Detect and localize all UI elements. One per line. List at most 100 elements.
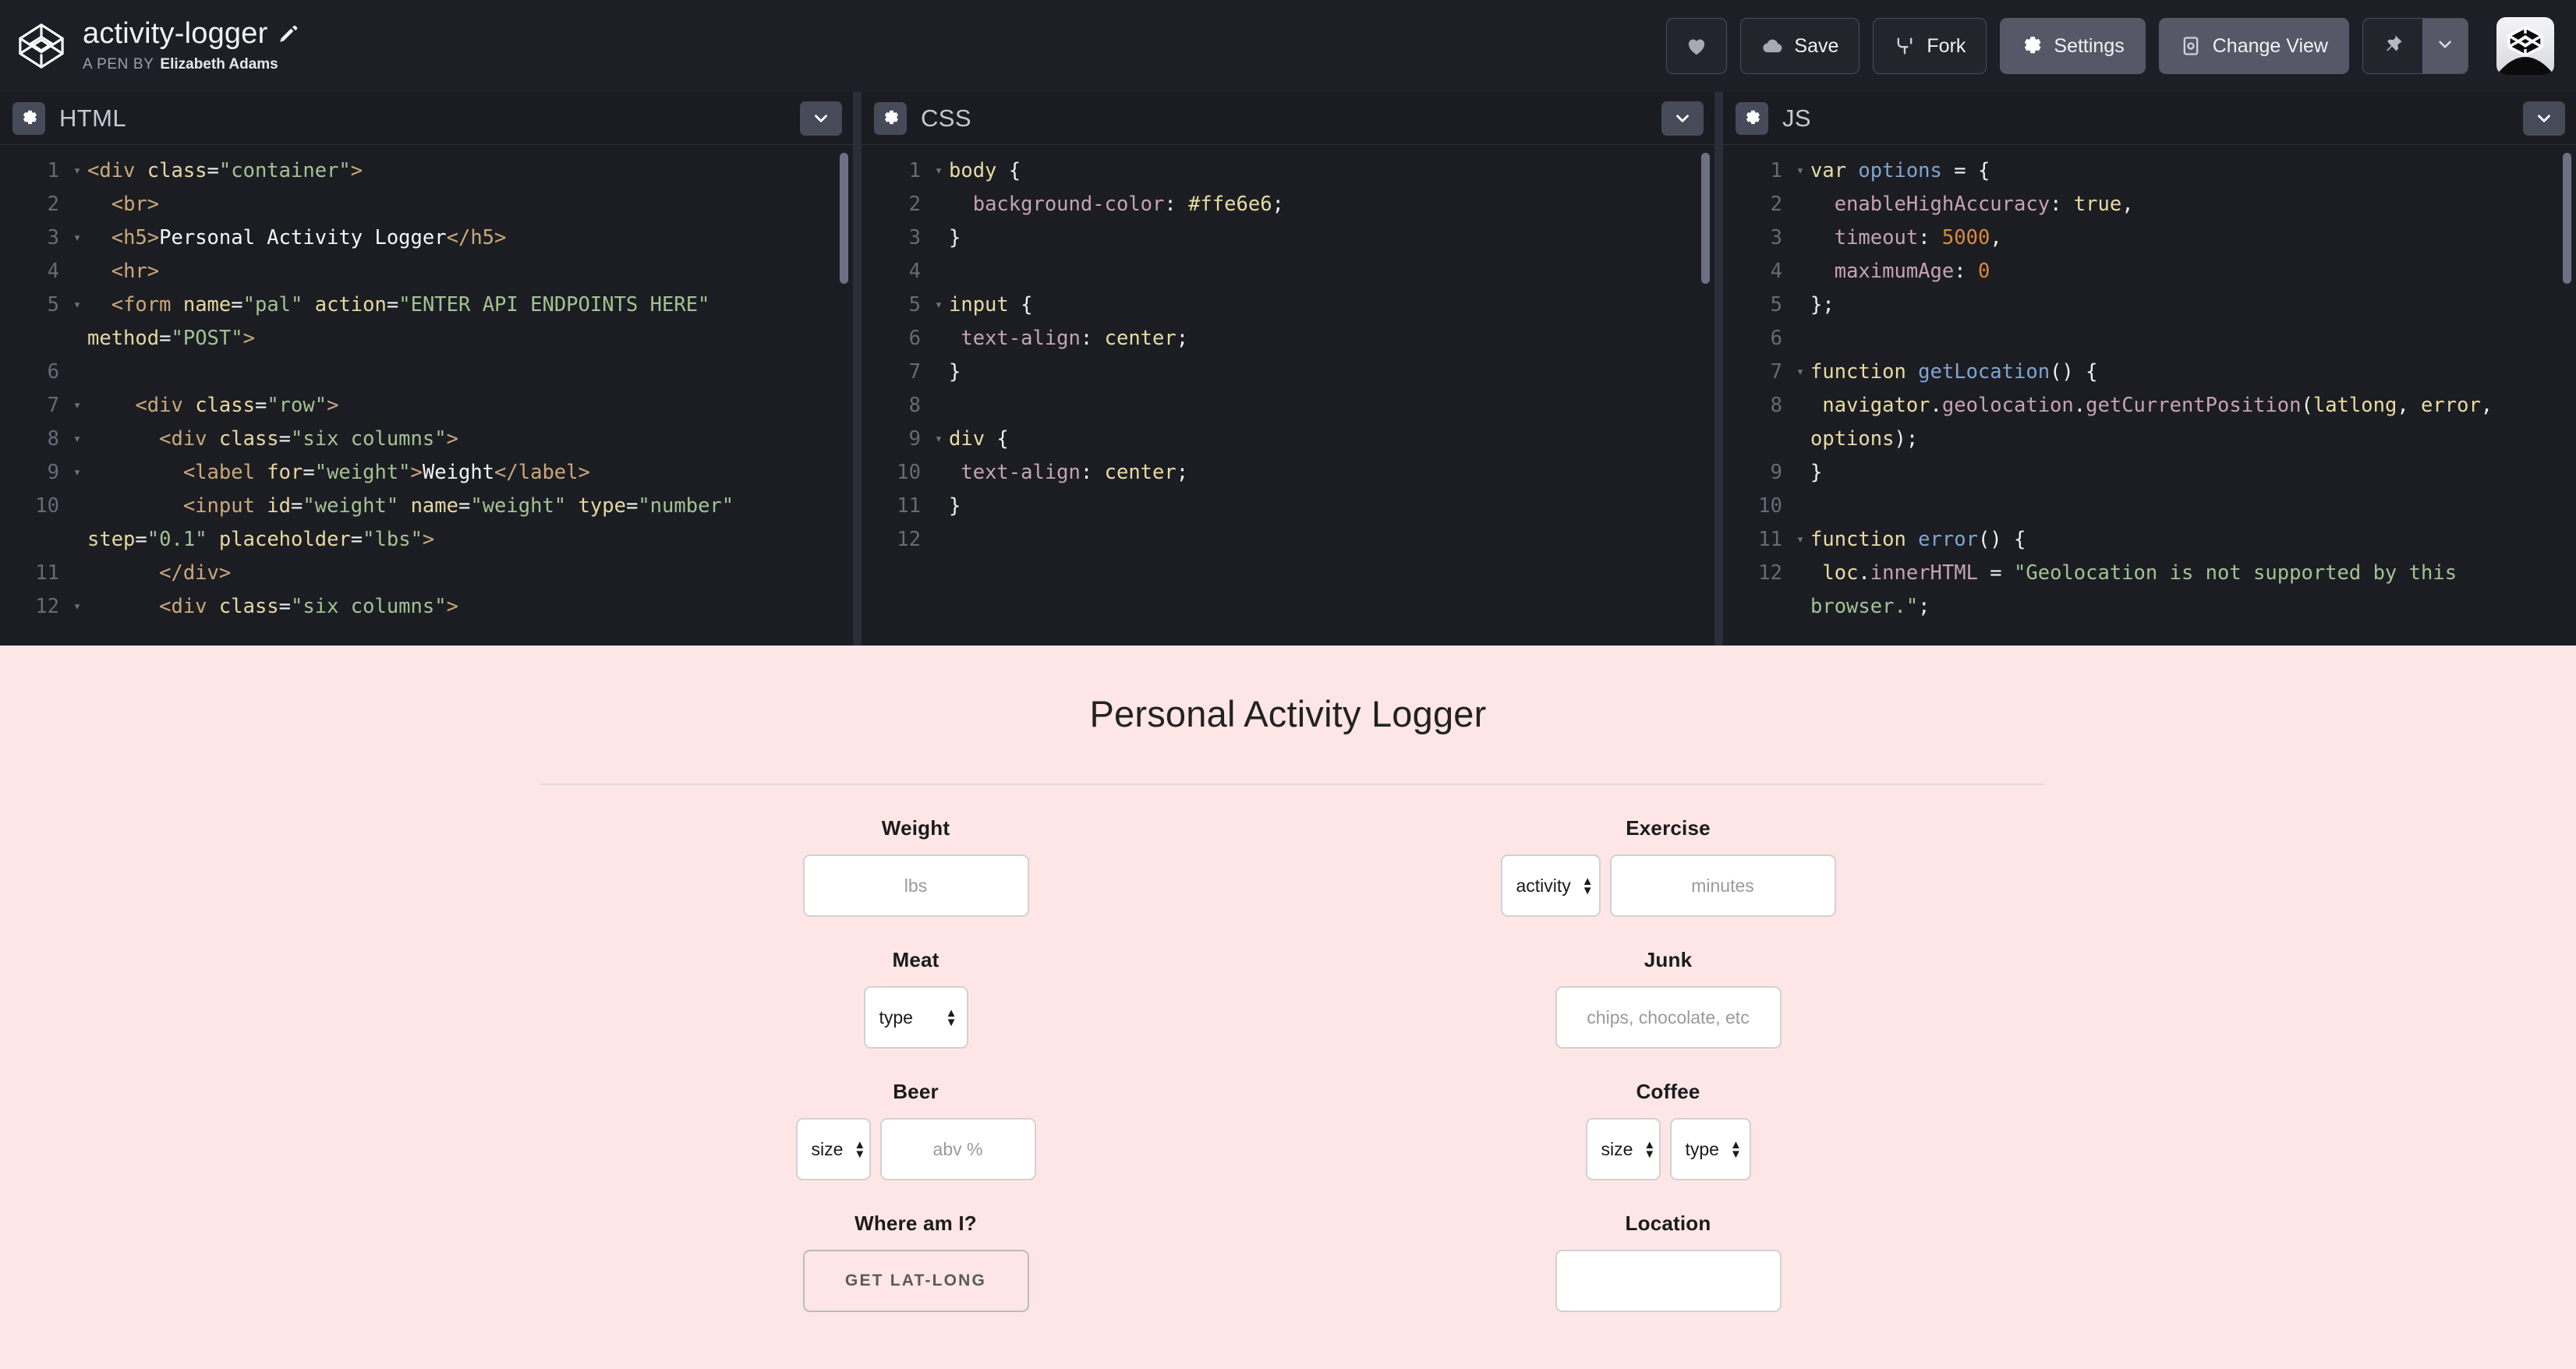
code-line: 5 ▾ input {: [862, 288, 1714, 322]
editor-body-css[interactable]: 1 ▾ body {2 background-color: #ffe6e6; 3} 4 5…: [862, 145, 1714, 646]
code-text: loc.innerHTML = "Geolocation is not supp…: [1810, 561, 2469, 618]
code-line: 6: [1723, 322, 2576, 356]
line-number: 1: [1770, 159, 1782, 182]
fork-button[interactable]: Fork: [1873, 18, 1987, 74]
editor-body-js[interactable]: 1 ▾ var options = {2 enableHighAccuracy: t…: [1723, 145, 2576, 646]
fold-caret-icon[interactable]: ▾: [67, 288, 87, 322]
line-number: 1: [908, 159, 921, 182]
fold-caret-icon[interactable]: ▾: [67, 423, 87, 456]
chevron-down-icon[interactable]: [1661, 101, 1704, 136]
editor-panel-html: HTML 1 ▾ <div class="container"> 2 <br> 3 ▾ <…: [0, 92, 862, 646]
fold-caret-icon[interactable]: ▾: [929, 288, 949, 322]
line-number: 10: [1758, 494, 1782, 518]
line-number: 4: [1770, 260, 1782, 283]
line-number: 2: [1770, 193, 1782, 216]
text-input[interactable]: lbs: [802, 854, 1029, 917]
pin-icon: [2381, 33, 2404, 60]
fold-caret-icon[interactable]: ▾: [1790, 523, 1810, 557]
text-input[interactable]: minutes: [1609, 854, 1836, 917]
fold-caret-icon[interactable]: ▾: [67, 456, 87, 490]
text-input[interactable]: [1555, 1250, 1782, 1312]
form-row: Where am I? Get Lat-Long Location: [540, 1212, 2044, 1312]
avatar[interactable]: [2496, 17, 2554, 75]
editor-body-html[interactable]: 1 ▾ <div class="container"> 2 <br> 3 ▾ <h5>Pe…: [0, 145, 853, 646]
select-value: type: [1685, 1138, 1719, 1159]
settings-button[interactable]: Settings: [2000, 18, 2146, 74]
select-dropdown[interactable]: type ▲ ▼: [1669, 1118, 1751, 1180]
code-text: <input id="weight" name="weight" type="n…: [87, 494, 734, 551]
fold-caret-icon[interactable]: ▾: [929, 154, 949, 188]
code-text: }: [1810, 461, 1823, 484]
code-text: div {: [949, 427, 1009, 451]
gear-icon[interactable]: [874, 101, 907, 135]
code-html[interactable]: 1 ▾ <div class="container"> 2 <br> 3 ▾ <h5>Pe…: [0, 154, 853, 624]
preview-divider: [540, 784, 2044, 785]
select-arrows-icon: ▲ ▼: [1581, 874, 1594, 897]
field-label: Exercise: [1626, 816, 1711, 840]
get-lat-long-button[interactable]: Get Lat-Long: [802, 1250, 1029, 1312]
line-number: 12: [35, 595, 59, 618]
code-text: navigator.geolocation.getCurrentPosition…: [1810, 394, 2505, 451]
author-name[interactable]: Elizabeth Adams: [160, 56, 278, 73]
fold-caret-icon[interactable]: ▾: [67, 221, 87, 255]
editor-header-js: JS: [1723, 92, 2576, 145]
code-line: 9 ▾ div {: [862, 423, 1714, 456]
select-dropdown[interactable]: type ▲ ▼: [863, 986, 968, 1049]
fold-caret-icon[interactable]: ▾: [67, 389, 87, 423]
love-button[interactable]: [1666, 18, 1728, 74]
code-text: timeout: 5000,: [1834, 226, 2002, 249]
chevron-down-icon[interactable]: [2523, 101, 2565, 136]
line-number: 3: [1770, 226, 1782, 249]
chevron-down-icon[interactable]: [800, 101, 842, 136]
gear-icon[interactable]: [1736, 101, 1768, 135]
editor-panels: HTML 1 ▾ <div class="container"> 2 <br> 3 ▾ <…: [0, 92, 2576, 646]
pin-button[interactable]: [2363, 19, 2422, 73]
scrollbar-js[interactable]: [2563, 153, 2571, 284]
code-line: 10 text-align: center;: [862, 456, 1714, 490]
code-js[interactable]: 1 ▾ var options = {2 enableHighAccuracy: t…: [1723, 154, 2576, 624]
line-number: 5: [47, 293, 59, 317]
fold-caret-icon[interactable]: ▾: [1790, 154, 1810, 188]
fold-caret-icon[interactable]: ▾: [67, 590, 87, 624]
code-line: 5 ▾ <form name="pal" action="ENTER API EN…: [0, 288, 853, 356]
select-dropdown[interactable]: activity ▲ ▼: [1500, 854, 1601, 917]
change-view-label: Change View: [2212, 34, 2328, 57]
fork-label: Fork: [1927, 34, 1966, 57]
save-label: Save: [1794, 34, 1839, 57]
code-line: 10: [1723, 490, 2576, 523]
code-text: maximumAge: 0: [1834, 260, 1990, 283]
pencil-icon[interactable]: [278, 23, 299, 44]
save-button[interactable]: Save: [1740, 18, 1860, 74]
text-input[interactable]: chips, chocolate, etc: [1555, 986, 1782, 1049]
gear-icon[interactable]: [12, 101, 45, 135]
fold-caret-icon[interactable]: ▾: [929, 423, 949, 456]
preview-content: Personal Activity Logger Weight lbs Exerci…: [540, 646, 2044, 1312]
scrollbar-html[interactable]: [840, 153, 848, 284]
scrollbar-css[interactable]: [1701, 153, 1710, 284]
code-text: <hr>: [111, 260, 160, 283]
fold-caret-icon[interactable]: ▾: [1790, 356, 1810, 389]
select-arrows-icon: ▲ ▼: [945, 1006, 957, 1029]
select-arrows-icon: ▲ ▼: [1644, 1137, 1656, 1161]
field-label: Where am I?: [855, 1212, 977, 1235]
pin-dropdown-button[interactable]: [2422, 19, 2468, 73]
code-text: <div class="container">: [87, 159, 363, 182]
line-number: 8: [47, 427, 59, 451]
editor-title-js: JS: [1782, 104, 1811, 132]
form-field: Junk chips, chocolate, etc: [1292, 948, 2044, 1049]
text-input[interactable]: abv %: [879, 1118, 1036, 1180]
form-field: Exercise activity ▲ ▼ minutes: [1292, 816, 2044, 917]
line-number: 2: [47, 193, 59, 216]
codepen-logo-icon[interactable]: [17, 22, 65, 70]
change-view-button[interactable]: Change View: [2158, 18, 2349, 74]
select-dropdown[interactable]: size ▲ ▼: [1585, 1118, 1661, 1180]
code-line: 1 ▾ var options = {: [1723, 154, 2576, 188]
code-line: 7}: [862, 356, 1714, 389]
code-css[interactable]: 1 ▾ body {2 background-color: #ffe6e6; 3} 4 5…: [862, 154, 1714, 557]
code-line: 1 ▾ body {: [862, 154, 1714, 188]
code-line: 3 ▾ <h5>Personal Activity Logger</h5>: [0, 221, 853, 255]
select-dropdown[interactable]: size ▲ ▼: [795, 1118, 871, 1180]
fold-caret-icon[interactable]: ▾: [67, 154, 87, 188]
code-line: 6: [0, 356, 853, 389]
line-number: 10: [35, 494, 59, 518]
